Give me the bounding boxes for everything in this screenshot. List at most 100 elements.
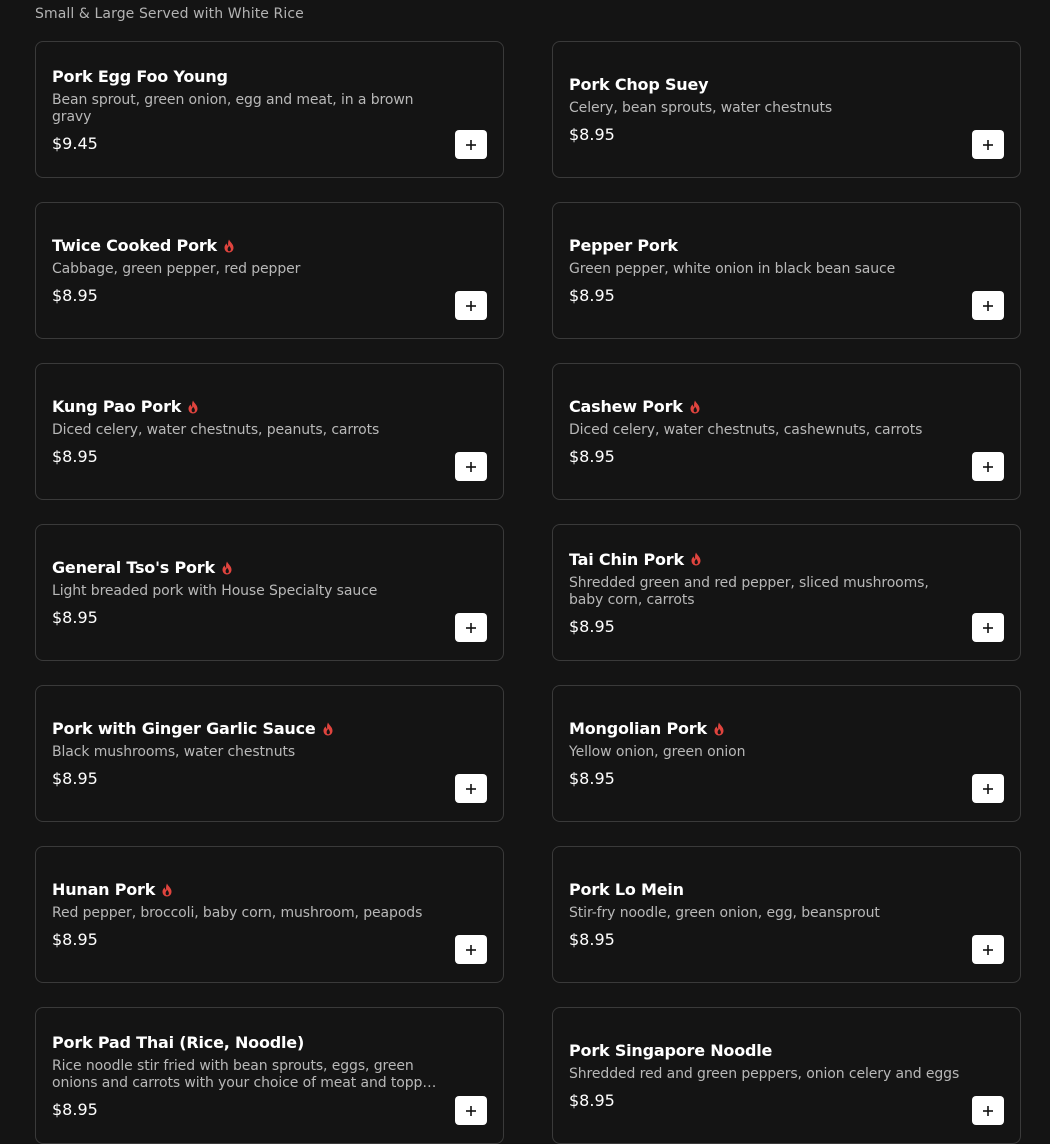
plus-icon: [466, 944, 476, 955]
menu-item-name: Kung Pao Pork: [52, 397, 182, 416]
plus-icon: [983, 300, 993, 311]
menu-item-name: Hunan Pork: [52, 880, 156, 899]
menu-item-price: $8.95: [52, 930, 98, 949]
spicy-flame-icon: [223, 239, 235, 253]
menu-item-description: Diced celery, water chestnuts, peanuts, …: [52, 422, 380, 438]
menu-item-title: Tai Chin Pork: [569, 550, 960, 569]
plus-icon: [466, 783, 476, 794]
plus-icon: [466, 139, 476, 150]
plus-icon: [983, 461, 993, 472]
add-item-button[interactable]: [455, 1096, 487, 1125]
menu-item-price: $8.95: [52, 1099, 98, 1119]
menu-item-price: $8.95: [569, 616, 615, 636]
add-item-button[interactable]: [455, 774, 487, 803]
menu-item-name: Tai Chin Pork: [569, 549, 684, 569]
menu-item-price: $8.95: [569, 769, 615, 788]
add-item-button[interactable]: [972, 613, 1004, 642]
menu-item-card[interactable]: General Tso's Pork Light breaded pork wi…: [35, 524, 504, 661]
add-item-button[interactable]: [972, 935, 1004, 964]
plus-icon: [983, 622, 993, 633]
menu-item-description: Bean sprout, green onion, egg and meat, …: [52, 91, 414, 125]
menu-item-description: Shredded green and red pepper, sliced mu…: [569, 574, 929, 608]
add-item-button[interactable]: [455, 935, 487, 964]
add-item-button[interactable]: [972, 774, 1004, 803]
menu-item-description: Cabbage, green pepper, red pepper: [52, 261, 301, 277]
menu-item-name: Pepper Pork: [569, 236, 678, 255]
menu-item-card[interactable]: Cashew Pork Diced celery, water chestnut…: [552, 363, 1021, 500]
plus-icon: [466, 461, 476, 472]
menu-item-body: Hunan Pork Red pepper, broccoli, baby co…: [52, 847, 443, 982]
menu-item-card[interactable]: Twice Cooked Pork Cabbage, green pepper,…: [35, 202, 504, 339]
menu-item-card[interactable]: Pork with Ginger Garlic Sauce Black mush…: [35, 685, 504, 822]
menu-item-card[interactable]: Tai Chin Pork Shredded green and red pep…: [552, 524, 1021, 661]
add-item-button[interactable]: [972, 130, 1004, 159]
menu-item-name: Mongolian Pork: [569, 719, 707, 738]
add-item-button[interactable]: [455, 291, 487, 320]
menu-item-title: Pepper Pork: [569, 236, 960, 255]
menu-item-price: $8.95: [52, 447, 98, 466]
menu-item-name: Pork with Ginger Garlic Sauce: [52, 719, 316, 738]
menu-item-card[interactable]: Mongolian Pork Yellow onion, green onion…: [552, 685, 1021, 822]
menu-item-body: General Tso's Pork Light breaded pork wi…: [52, 525, 443, 660]
spicy-flame-icon: [221, 561, 233, 575]
spicy-flame-icon: [689, 400, 701, 414]
menu-item-description: Black mushrooms, water chestnuts: [52, 744, 296, 760]
menu-item-name: Pork Pad Thai (Rice, Noodle): [52, 1032, 305, 1052]
add-item-button[interactable]: [455, 452, 487, 481]
menu-item-body: Pork Singapore Noodle Shredded red and g…: [569, 1008, 960, 1143]
menu-item-title: General Tso's Pork: [52, 558, 443, 577]
menu-item-body: Pork Chop Suey Celery, bean sprouts, wat…: [569, 42, 960, 177]
section-subtitle: Small & Large Served with White Rice: [35, 6, 304, 22]
add-item-button[interactable]: [972, 452, 1004, 481]
menu-item-price: $8.95: [569, 286, 615, 305]
menu-item-price: $8.95: [569, 125, 615, 144]
spicy-flame-icon: [690, 552, 702, 566]
menu-item-price: $8.95: [569, 930, 615, 949]
menu-item-price: $9.45: [52, 133, 98, 153]
menu-item-card[interactable]: Pork Chop Suey Celery, bean sprouts, wat…: [552, 41, 1021, 178]
menu-item-title: Pork Pad Thai (Rice, Noodle): [52, 1033, 443, 1052]
add-item-button[interactable]: [455, 130, 487, 159]
menu-item-name: Twice Cooked Pork: [52, 236, 217, 255]
menu-item-description: Yellow onion, green onion: [569, 744, 746, 760]
menu-item-name: Pork Lo Mein: [569, 880, 684, 899]
menu-item-description: Green pepper, white onion in black bean …: [569, 261, 896, 277]
menu-item-card[interactable]: Pork Pad Thai (Rice, Noodle) Rice noodle…: [35, 1007, 504, 1144]
menu-item-card[interactable]: Kung Pao Pork Diced celery, water chestn…: [35, 363, 504, 500]
menu-item-description: Red pepper, broccoli, baby corn, mushroo…: [52, 905, 423, 921]
plus-icon: [983, 783, 993, 794]
menu-item-body: Mongolian Pork Yellow onion, green onion…: [569, 686, 960, 821]
add-item-button[interactable]: [972, 1096, 1004, 1125]
plus-icon: [983, 1105, 993, 1116]
menu-item-price: $8.95: [52, 608, 98, 627]
menu-item-title: Pork with Ginger Garlic Sauce: [52, 719, 443, 738]
menu-item-description: Celery, bean sprouts, water chestnuts: [569, 100, 833, 116]
menu-item-title: Pork Lo Mein: [569, 880, 960, 899]
menu-item-body: Cashew Pork Diced celery, water chestnut…: [569, 364, 960, 499]
menu-item-body: Pork Pad Thai (Rice, Noodle) Rice noodle…: [52, 1008, 443, 1143]
menu-item-name: General Tso's Pork: [52, 558, 215, 577]
menu-item-card[interactable]: Pork Egg Foo Young Bean sprout, green on…: [35, 41, 504, 178]
menu-item-name: Pork Egg Foo Young: [52, 66, 228, 86]
menu-item-card[interactable]: Pork Lo Mein Stir-fry noodle, green onio…: [552, 846, 1021, 983]
plus-icon: [983, 944, 993, 955]
plus-icon: [466, 622, 476, 633]
menu-item-description: Rice noodle stir fried with bean sprouts…: [52, 1057, 440, 1091]
plus-icon: [466, 300, 476, 311]
add-item-button[interactable]: [972, 291, 1004, 320]
menu-item-title: Mongolian Pork: [569, 719, 960, 738]
spicy-flame-icon: [713, 722, 725, 736]
add-item-button[interactable]: [455, 613, 487, 642]
menu-item-card[interactable]: Hunan Pork Red pepper, broccoli, baby co…: [35, 846, 504, 983]
menu-item-title: Pork Singapore Noodle: [569, 1041, 960, 1060]
menu-item-grid: Pork Egg Foo Young Bean sprout, green on…: [35, 41, 1021, 1144]
spicy-flame-icon: [187, 400, 199, 414]
menu-item-name: Pork Singapore Noodle: [569, 1041, 773, 1060]
menu-item-title: Twice Cooked Pork: [52, 236, 443, 255]
menu-item-card[interactable]: Pepper Pork Green pepper, white onion in…: [552, 202, 1021, 339]
menu-item-name: Pork Chop Suey: [569, 75, 709, 94]
menu-item-price: $8.95: [52, 286, 98, 305]
menu-item-body: Twice Cooked Pork Cabbage, green pepper,…: [52, 203, 443, 338]
menu-item-card[interactable]: Pork Singapore Noodle Shredded red and g…: [552, 1007, 1021, 1144]
menu-item-body: Pepper Pork Green pepper, white onion in…: [569, 203, 960, 338]
